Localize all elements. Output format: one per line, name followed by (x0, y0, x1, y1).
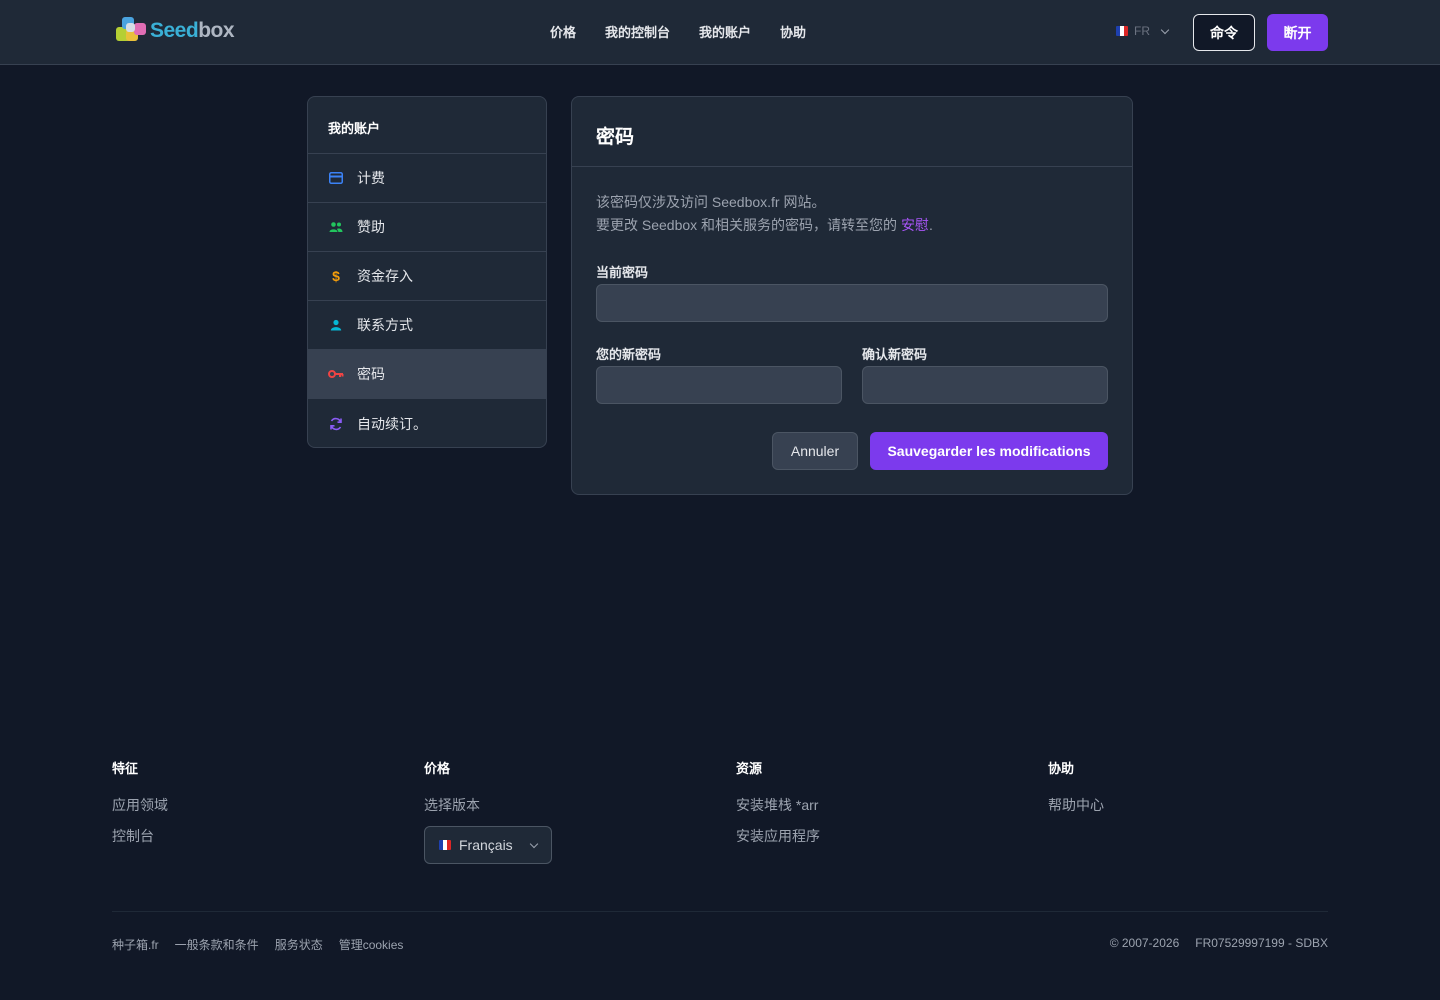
sidebar-item-label: 赞助 (357, 219, 385, 235)
dollar-icon: $ (332, 268, 340, 284)
footer-language-select[interactable]: Français (424, 826, 552, 864)
footer-column-title: 价格 (424, 761, 451, 776)
user-icon (328, 317, 344, 333)
desc-line-1: 该密码仅涉及访问 Seedbox.fr 网站。 (596, 194, 826, 210)
footer-link[interactable]: 选择版本 (424, 795, 552, 815)
sidebar-item-label: 联系方式 (357, 317, 413, 333)
footer-link[interactable]: 应用领域 (112, 795, 168, 815)
sidebar-item-billing[interactable]: 计费 (308, 154, 546, 203)
language-switcher[interactable]: FR (1116, 24, 1170, 38)
french-flag-icon (439, 840, 451, 850)
account-sidebar: 我的账户 计费 赞助 $ 资金存入 联系方式 密码 自动续订。 (307, 96, 547, 448)
footer-bottom-link[interactable]: 管理cookies (339, 936, 404, 953)
footer-link[interactable]: 安装应用程序 (736, 826, 820, 846)
main-nav: 价格 我的控制台 我的账户 协助 (550, 22, 835, 41)
nav-dashboard[interactable]: 我的控制台 (605, 22, 670, 41)
users-icon (328, 219, 344, 235)
logout-button[interactable]: 断开 (1267, 14, 1328, 51)
sidebar-title: 我的账户 (308, 97, 546, 154)
top-navbar: Seedbox 价格 我的控制台 我的账户 协助 FR 命令 断开 (0, 0, 1440, 65)
desc-line-2: 要更改 Seedbox 和相关服务的密码，请转至您的 安慰. (596, 217, 933, 233)
key-icon (328, 366, 344, 382)
footer-bottom-link[interactable]: 种子箱.fr (112, 936, 159, 953)
sidebar-item-contact[interactable]: 联系方式 (308, 301, 546, 350)
footer-bottom-link[interactable]: 一般条款和条件 (175, 936, 259, 953)
confirm-password-label: 确认新密码 (862, 347, 928, 362)
new-password-input[interactable] (596, 366, 842, 404)
footer-column-help: 协助 帮助中心 (1048, 758, 1104, 826)
confirm-password-input[interactable] (862, 366, 1108, 404)
refresh-icon (328, 416, 344, 432)
footer-link[interactable]: 控制台 (112, 826, 168, 846)
password-description: 该密码仅涉及访问 Seedbox.fr 网站。 要更改 Seedbox 和相关服… (596, 191, 933, 237)
company-id-text: FR07529997199 - SDBX (1195, 936, 1328, 950)
card-title: 密码 (572, 97, 1132, 167)
language-select-value: Français (459, 837, 513, 853)
logo-wordmark: Seedbox (150, 19, 235, 42)
language-code: FR (1134, 24, 1150, 38)
sidebar-item-label: 资金存入 (357, 268, 413, 284)
console-link[interactable]: 安慰 (901, 217, 929, 233)
nav-pricing[interactable]: 价格 (550, 22, 576, 41)
sidebar-item-deposit[interactable]: $ 资金存入 (308, 252, 546, 301)
footer-bottom-links: 种子箱.fr 一般条款和条件 服务状态 管理cookies (112, 936, 403, 953)
footer-column-title: 资源 (736, 761, 763, 776)
credit-card-icon (328, 170, 344, 186)
footer-column-features: 特征 应用领域 控制台 (112, 758, 168, 857)
sidebar-item-label: 计费 (357, 170, 385, 186)
chevron-down-icon (529, 839, 538, 848)
copyright-text: © 2007-2026 (1109, 936, 1180, 950)
sidebar-item-sponsorship[interactable]: 赞助 (308, 203, 546, 252)
nav-help[interactable]: 协助 (780, 22, 806, 41)
french-flag-icon (1116, 26, 1128, 36)
seedbox-logo[interactable]: Seedbox (114, 15, 244, 47)
new-password-label: 您的新密码 (596, 347, 662, 362)
password-card: 密码 该密码仅涉及访问 Seedbox.fr 网站。 要更改 Seedbox 和… (571, 96, 1133, 495)
logo-cubes-icon (114, 15, 148, 47)
order-button[interactable]: 命令 (1193, 14, 1255, 51)
nav-account[interactable]: 我的账户 (699, 22, 751, 41)
sidebar-item-auto-renew[interactable]: 自动续订。 (308, 399, 546, 447)
save-button[interactable]: Sauvegarder les modifications (870, 432, 1108, 470)
footer-column-title: 协助 (1048, 761, 1075, 776)
footer-divider (112, 911, 1328, 912)
footer-column-title: 特征 (112, 761, 139, 776)
footer-link[interactable]: 帮助中心 (1048, 795, 1104, 815)
current-password-label: 当前密码 (596, 265, 649, 280)
sidebar-item-label: 密码 (357, 366, 385, 382)
footer-bottom-link[interactable]: 服务状态 (275, 936, 323, 953)
sidebar-item-password[interactable]: 密码 (308, 350, 546, 399)
chevron-down-icon (1160, 25, 1170, 34)
footer-legal: © 2007-2026 FR07529997199 - SDBX (1110, 936, 1328, 950)
sidebar-item-label: 自动续订。 (357, 415, 427, 432)
current-password-input[interactable] (596, 284, 1108, 322)
footer-link[interactable]: 安装堆栈 *arr (736, 795, 820, 815)
footer-column-resources: 资源 安装堆栈 *arr 安装应用程序 (736, 758, 820, 857)
footer-column-pricing: 价格 选择版本 Français (424, 758, 552, 864)
cancel-button[interactable]: Annuler (772, 432, 858, 470)
